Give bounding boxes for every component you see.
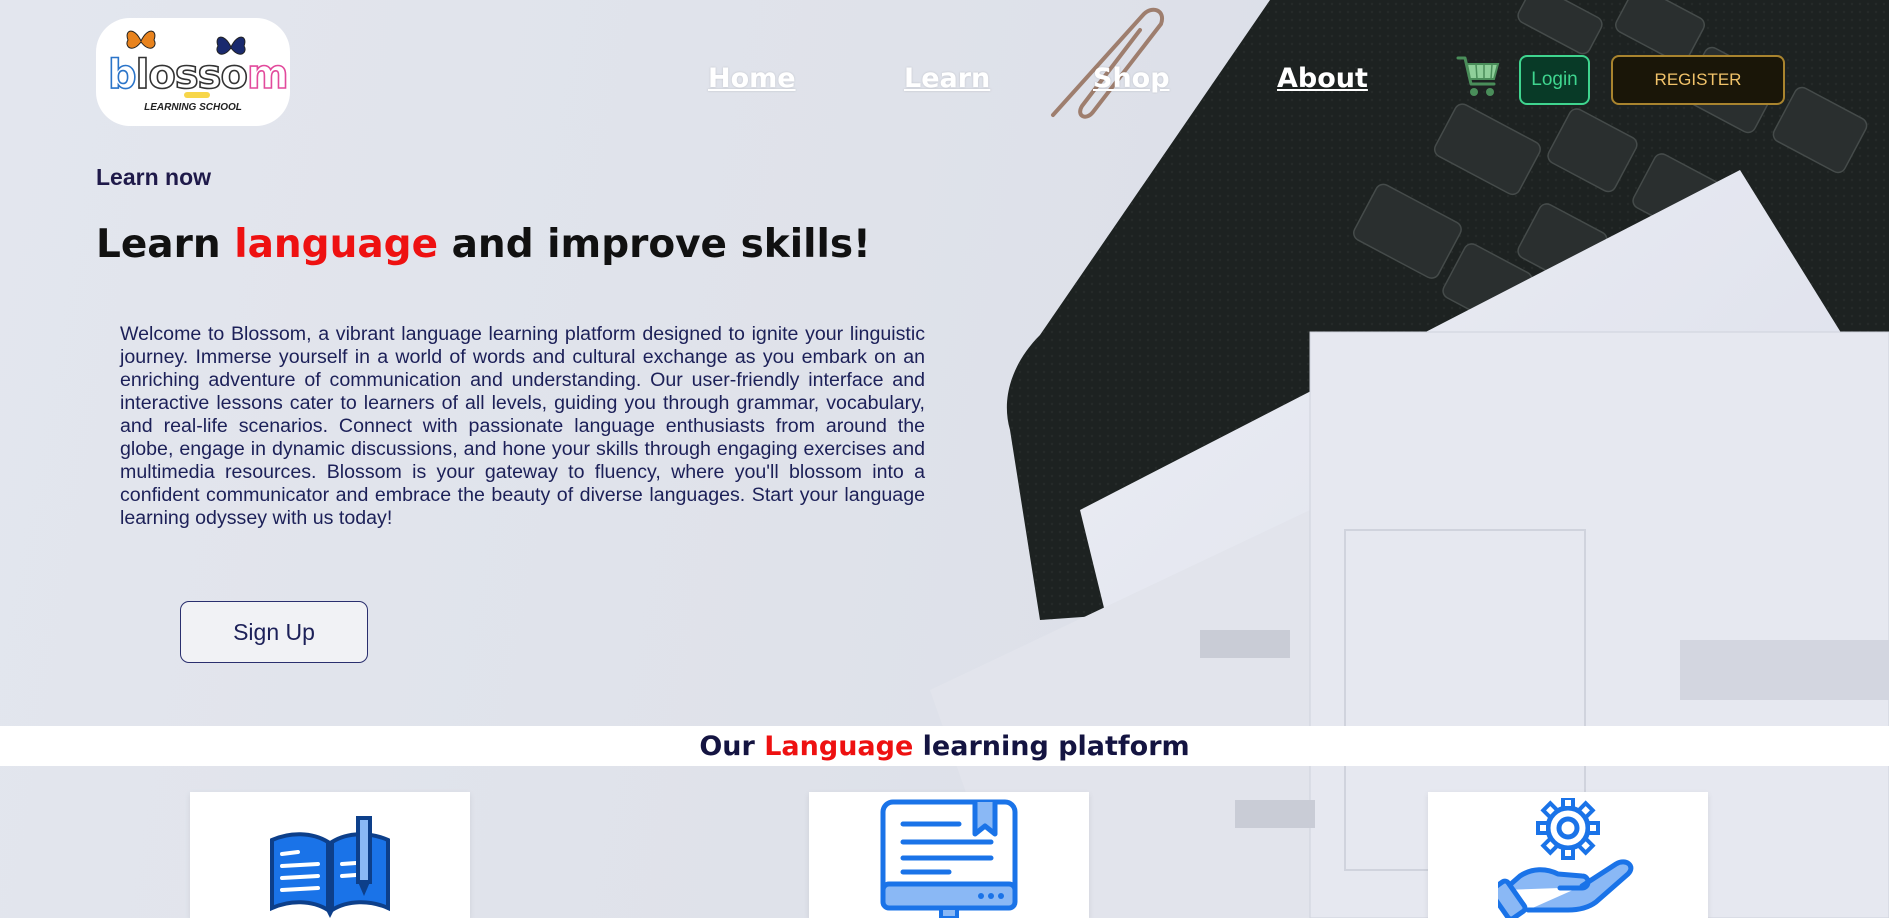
section-title-part: learning platform bbox=[913, 730, 1190, 762]
section-title-highlight: Language bbox=[764, 730, 914, 762]
hero-title: Learn language and improve skills! bbox=[96, 222, 871, 267]
feature-card-book[interactable] bbox=[190, 792, 470, 918]
nav-link-about[interactable]: About bbox=[1277, 63, 1368, 94]
login-button[interactable]: Login bbox=[1519, 55, 1590, 105]
computer-document-icon bbox=[880, 799, 1018, 918]
feature-card-computer[interactable] bbox=[809, 792, 1089, 918]
register-button[interactable]: REGISTER bbox=[1611, 55, 1785, 105]
feature-card-support[interactable] bbox=[1428, 792, 1708, 918]
hero-title-highlight: language bbox=[234, 222, 439, 267]
blossom-logo[interactable]: blossom LEARNING SCHOOL bbox=[96, 18, 290, 126]
section-title-part: Our bbox=[699, 730, 765, 762]
hero-title-part: and improve skills! bbox=[438, 222, 871, 267]
hand-gear-icon bbox=[1498, 798, 1634, 918]
nav-link-home[interactable]: Home bbox=[708, 63, 796, 94]
shopping-cart-icon[interactable] bbox=[1454, 52, 1504, 102]
platform-section-title: Our Language learning platform bbox=[699, 731, 1189, 762]
hero-description: Welcome to Blossom, a vibrant language l… bbox=[120, 323, 925, 529]
logo-underline bbox=[184, 92, 210, 98]
hero-kicker: Learn now bbox=[96, 164, 212, 190]
open-book-pencil-icon bbox=[270, 816, 390, 918]
nav-link-learn[interactable]: Learn bbox=[904, 63, 990, 94]
logo-subtitle: LEARNING SCHOOL bbox=[144, 102, 242, 113]
platform-section-header: Our Language learning platform bbox=[0, 726, 1889, 766]
signup-button[interactable]: Sign Up bbox=[180, 601, 368, 663]
hero-title-part: Learn bbox=[96, 222, 235, 267]
nav-link-shop[interactable]: Shop bbox=[1093, 63, 1170, 94]
